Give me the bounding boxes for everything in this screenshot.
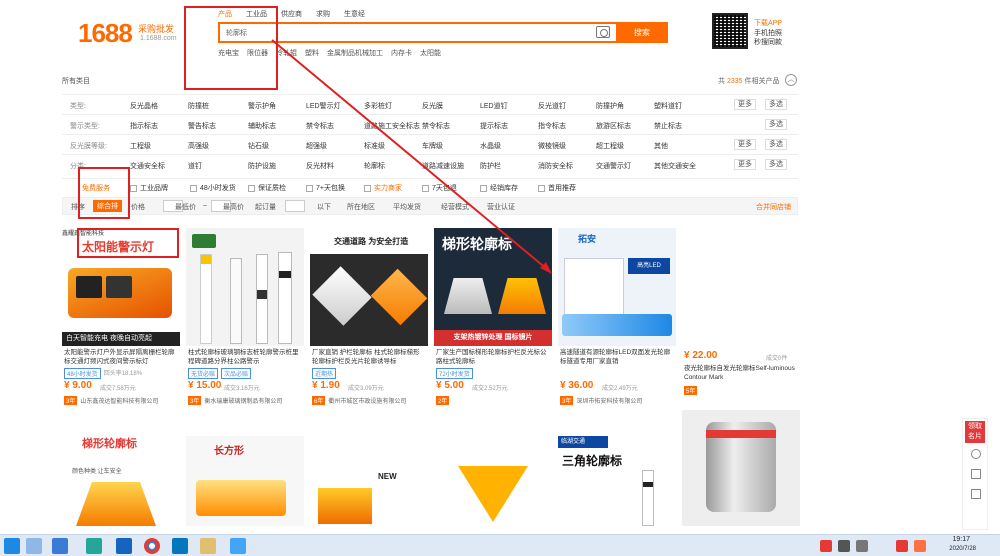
folder-icon[interactable] xyxy=(200,538,216,554)
app-icon[interactable] xyxy=(26,538,42,554)
start-icon[interactable] xyxy=(4,538,20,554)
tray-icon[interactable] xyxy=(896,540,908,552)
tray-icon[interactable] xyxy=(838,540,850,552)
get-card-button[interactable]: 领取名片 xyxy=(965,421,985,443)
clock-date[interactable]: 2020/7/28 xyxy=(949,546,976,552)
tray-icon[interactable] xyxy=(914,540,926,552)
clock-time[interactable]: 19:17 xyxy=(952,536,970,543)
windows-taskbar xyxy=(0,534,1000,556)
word-icon[interactable] xyxy=(116,538,132,554)
feedback-icon[interactable] xyxy=(971,489,981,499)
headset-icon[interactable] xyxy=(971,449,981,459)
app-icon[interactable] xyxy=(52,538,68,554)
app-icon[interactable] xyxy=(172,538,188,554)
message-icon[interactable] xyxy=(971,469,981,479)
annotation-arrow xyxy=(271,39,552,274)
tray-icon[interactable] xyxy=(820,540,832,552)
app-icon[interactable] xyxy=(230,538,246,554)
app-icon[interactable] xyxy=(86,538,102,554)
right-sidebar: 领取名片 xyxy=(962,418,988,530)
chrome-icon[interactable] xyxy=(144,538,160,554)
tray-icon[interactable] xyxy=(856,540,868,552)
